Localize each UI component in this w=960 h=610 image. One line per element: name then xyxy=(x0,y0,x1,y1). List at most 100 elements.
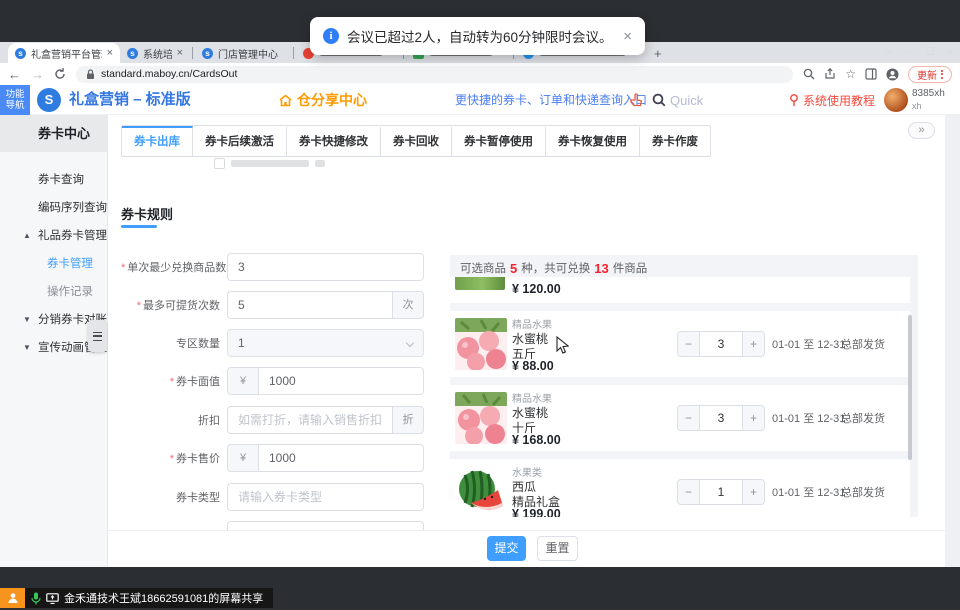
discount-input[interactable] xyxy=(227,406,392,434)
sale-price-input[interactable] xyxy=(259,444,424,472)
refresh-icon[interactable] xyxy=(54,68,66,80)
lock-icon xyxy=(86,69,95,80)
tab-card-outbound[interactable]: 券卡出库 xyxy=(122,126,193,156)
products-scrollbar[interactable] xyxy=(908,315,912,460)
card-type-input[interactable] xyxy=(227,483,424,511)
sidebar-group-gift-card-management[interactable]: ▲礼品券卡管理 xyxy=(0,222,107,250)
tab-close-icon[interactable]: × xyxy=(107,48,113,59)
sidebar-item-label: 操作记录 xyxy=(47,286,93,298)
sharer-avatar-box xyxy=(0,588,25,608)
sidebar-item-label: 券卡管理 xyxy=(47,258,93,270)
face-value-input[interactable] xyxy=(259,367,424,395)
url-bar[interactable]: standard.maboy.cn/CardsOut xyxy=(76,66,793,83)
delivery-source: 总部发货 xyxy=(841,484,885,500)
browser-menu-chevron-icon[interactable] xyxy=(880,42,900,63)
screen-share-indicator[interactable]: 金禾通技术王斌18662591081的屏幕共享 xyxy=(0,588,273,608)
tutorial-link[interactable]: 系统使用教程 xyxy=(789,85,875,115)
user-name: 8385xh xh xyxy=(912,87,945,113)
zone-count-select[interactable]: 1 xyxy=(227,329,424,357)
toast-close-icon[interactable]: × xyxy=(623,28,632,45)
window-maximize-button[interactable] xyxy=(920,42,940,63)
tab-card-void[interactable]: 券卡作废 xyxy=(640,126,710,156)
browser-tab-1[interactable]: s 礼盒营销平台管理中心 × xyxy=(8,43,120,63)
app-header: 功能 导航 S 礼盒营销 – 标准版 仓分享中心 更快捷的券卡、订单和快递查询入… xyxy=(0,85,960,115)
tab-card-recycle[interactable]: 券卡回收 xyxy=(381,126,452,156)
quantity-input[interactable] xyxy=(699,331,743,357)
back-icon[interactable]: ← xyxy=(8,67,21,82)
update-label: 更新 xyxy=(917,67,937,82)
product-image-peach xyxy=(455,392,507,444)
field-label: 专区数量 xyxy=(121,335,227,351)
share-center-link[interactable]: 仓分享中心 xyxy=(278,85,367,115)
browser-update-button[interactable]: 更新 xyxy=(908,66,952,83)
quick-entry-link[interactable]: 更快捷的券卡、订单和快递查询入口 xyxy=(455,85,647,115)
toolbar-icons: ☆ 更新 xyxy=(803,66,952,83)
bookmark-star-icon[interactable]: ☆ xyxy=(845,67,856,81)
quantity-input[interactable] xyxy=(699,405,743,431)
window-minimize-button[interactable]: – xyxy=(900,42,920,63)
sidebar-item-card-query[interactable]: 券卡查询 xyxy=(0,166,107,194)
quantity-input[interactable] xyxy=(699,479,743,505)
toast-message: 会议已超过2人，自动转为60分钟限时会议。 xyxy=(347,26,613,46)
info-icon: i xyxy=(323,28,339,44)
product-image-watermelon xyxy=(455,466,507,517)
partial-text-smudge xyxy=(231,160,309,167)
section-title: 券卡规则 xyxy=(121,204,173,223)
tab-card-later-activation[interactable]: 券卡后续激活 xyxy=(193,126,287,156)
section-title-underline xyxy=(121,225,157,228)
label-text: 折扣 xyxy=(198,415,220,427)
quick-search-label: Quick xyxy=(670,93,703,108)
tab-card-resume[interactable]: 券卡恢复使用 xyxy=(546,126,640,156)
submit-button[interactable]: 提交 xyxy=(487,536,526,561)
browser-window: s 礼盒营销平台管理中心 × s 系统培训学习 × s 门店管理中心 × xyxy=(0,42,960,567)
minus-button[interactable]: − xyxy=(677,405,699,431)
window-close-button[interactable]: × xyxy=(940,42,960,63)
product-category: 水果类 xyxy=(512,464,542,479)
label-text: 券卡面值 xyxy=(176,376,220,388)
tab-close-icon[interactable]: × xyxy=(177,48,183,59)
required-mark: * xyxy=(170,376,174,388)
plus-button[interactable]: + xyxy=(743,331,765,357)
side-panel-icon[interactable] xyxy=(865,68,877,80)
quick-search[interactable]: Quick xyxy=(652,85,703,115)
site-favicon: s xyxy=(127,48,138,59)
share-icon[interactable] xyxy=(824,68,836,80)
max-pickup-input[interactable] xyxy=(227,291,392,319)
required-mark: * xyxy=(170,453,174,465)
sidebar-item-operation-log[interactable]: 操作记录 xyxy=(0,278,107,306)
zoom-icon[interactable] xyxy=(803,68,815,80)
browser-tab-3[interactable]: s 门店管理中心 xyxy=(195,43,291,63)
currency-addon: ¥ xyxy=(227,367,259,395)
plus-button[interactable]: + xyxy=(743,479,765,505)
site-favicon: s xyxy=(202,48,213,59)
main-area: 券卡出库 券卡后续激活 券卡快捷修改 券卡回收 券卡暂停使用 券卡恢复使用 券卡… xyxy=(108,115,960,567)
form-footer: 提交 重置 xyxy=(108,530,945,567)
sidebar-item-card-management[interactable]: 券卡管理 xyxy=(0,250,107,278)
browser-tab-2[interactable]: s 系统培训学习 × xyxy=(120,43,190,63)
plus-button[interactable]: + xyxy=(743,405,765,431)
sidebar-item-code-sequence-query[interactable]: 编码序列查询 xyxy=(0,194,107,222)
nav-label-line1: 功能 xyxy=(0,89,30,100)
label-text: 券卡售价 xyxy=(176,453,220,465)
user-avatar[interactable] xyxy=(884,88,908,112)
tab-card-suspend[interactable]: 券卡暂停使用 xyxy=(452,126,546,156)
reset-button[interactable]: 重置 xyxy=(537,536,578,561)
sidebar-collapse-handle[interactable] xyxy=(88,320,107,352)
field-label: *单次最少兑换商品数 xyxy=(121,259,227,275)
tab-card-quick-modify[interactable]: 券卡快捷修改 xyxy=(287,126,381,156)
quantity-stepper: − + xyxy=(677,405,765,431)
expand-chevrons-button[interactable]: » xyxy=(908,122,935,139)
screen: s 礼盒营销平台管理中心 × s 系统培训学习 × s 门店管理中心 × xyxy=(0,0,960,610)
minus-button[interactable]: − xyxy=(677,331,699,357)
function-nav-toggle[interactable]: 功能 导航 xyxy=(0,85,30,115)
forward-icon[interactable]: → xyxy=(31,67,44,82)
profile-icon[interactable] xyxy=(886,68,899,81)
new-tab-button[interactable]: + xyxy=(654,46,662,61)
valid-date-range: 01-01 至 12-31 xyxy=(772,336,845,352)
min-exchange-input[interactable] xyxy=(227,253,424,281)
select-value: 1 xyxy=(238,336,245,350)
user-sub: xh xyxy=(912,100,945,113)
currency-addon: ¥ xyxy=(227,444,259,472)
minus-button[interactable]: − xyxy=(677,479,699,505)
field-label: 券卡类型 xyxy=(121,489,227,505)
